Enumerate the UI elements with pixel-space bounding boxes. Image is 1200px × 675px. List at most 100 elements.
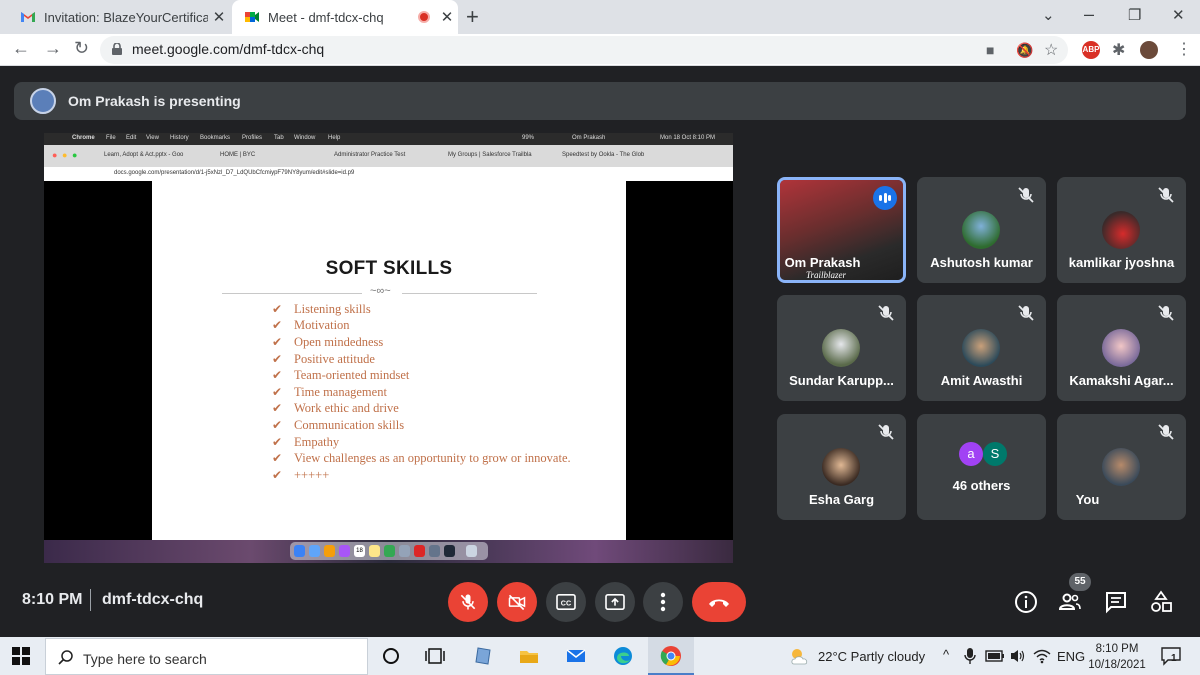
windows-taskbar: Type here to search 22°C Partly cloudy ^… [0,637,1200,675]
cortana-icon[interactable] [380,645,402,667]
volume-icon[interactable] [1010,648,1026,664]
camera-icon[interactable]: ■ [986,42,994,58]
participant-tile[interactable]: Kamakshi Agar... [1057,295,1186,401]
self-tile[interactable]: You [1057,414,1186,520]
mic-toggle-button[interactable] [448,582,488,622]
checkmark-icon: ✔ [272,301,283,316]
photos-icon [324,545,335,557]
close-tab-icon[interactable]: ✕ [208,8,230,26]
list-item: ✔ Positive attitude [272,351,375,366]
battery-icon[interactable] [985,649,1005,663]
restore-button[interactable]: ❐ [1128,6,1141,24]
microphone-tray-icon[interactable] [962,647,978,665]
new-tab-button[interactable]: + [466,4,479,30]
mac-menu-item: Tab [274,135,284,141]
language-indicator[interactable]: ENG [1057,649,1085,664]
wifi-icon[interactable] [1033,648,1051,664]
close-window-button[interactable]: ✕ [1172,6,1185,24]
others-tile[interactable]: a S 46 others [917,414,1046,520]
meeting-code: dmf-tdcx-chq [102,591,204,608]
participant-tile[interactable]: kamlikar jyoshna [1057,177,1186,283]
people-icon[interactable] [1058,590,1082,614]
inner-browser-tabs: ● ● ● Learn, Adopt & Act.pptx - Goo HOME… [44,145,733,167]
mac-menu-item: View [146,135,159,141]
captions-button[interactable]: CC [546,582,586,622]
participant-initial-avatar: S [983,442,1007,466]
minimize-button[interactable]: – [1084,4,1094,25]
inner-tab: Administrator Practice Test [334,152,406,158]
mac-menu-item: Bookmarks [200,135,231,141]
browser-tabstrip: Invitation: BlazeYourCertification ✕ Mee… [0,0,1200,34]
settings-icon [429,545,440,557]
participant-name: Om Prakash [784,255,861,270]
bookmark-star-icon[interactable]: ☆ [1044,40,1058,60]
participant-tile[interactable]: Sundar Karupp... [777,295,906,401]
present-now-button[interactable] [595,582,635,622]
weather-text[interactable]: 22°C Partly cloudy [818,649,925,664]
close-tab-icon[interactable]: ✕ [436,8,458,26]
participant-tile[interactable]: Om Prakash Trailblazer [777,177,906,283]
chrome-icon [384,545,395,557]
chrome-icon [660,646,681,666]
taskbar-search-box[interactable]: Type here to search [45,638,368,675]
adblock-icon[interactable]: ABP [1082,41,1100,59]
mac-menu-item: History [170,135,189,141]
info-icon[interactable] [1014,590,1038,614]
tab-gmail-invitation[interactable]: Invitation: BlazeYourCertification ✕ [8,0,230,34]
chrome-taskbar-button[interactable] [648,637,694,675]
mac-menu-item: File [106,135,116,141]
camera-toggle-button[interactable] [497,582,537,622]
participant-tile[interactable]: Ashutosh kumar [917,177,1046,283]
meet-window: Om Prakash is presenting Chrome File Edi… [0,66,1200,637]
safari-icon [309,545,320,557]
tab-search-icon[interactable]: ⌄ [1042,6,1055,24]
participant-tile[interactable]: Amit Awasthi [917,295,1046,401]
list-item: ✔ View challenges as an opportunity to gr… [272,451,571,466]
file-explorer-icon[interactable] [518,645,540,667]
edge-icon[interactable] [612,645,634,667]
mail-icon[interactable] [565,645,587,667]
browser-toolbar: ← → ↻ meet.google.com/dmf-tdcx-chq ■ 🔕 ☆… [0,34,1200,66]
closed-captions-icon: CC [556,593,576,611]
mic-muted-icon [878,305,894,321]
more-menu-icon[interactable]: ⋮ [1176,39,1192,59]
extensions-puzzle-icon[interactable]: ✱ [1112,40,1125,60]
profile-avatar[interactable] [1140,41,1158,59]
speaking-indicator-icon [873,186,897,210]
recording-icon [418,11,430,23]
self-avatar [1102,448,1140,486]
address-bar[interactable]: meet.google.com/dmf-tdcx-chq ■ 🔕 ☆ [100,36,1068,64]
tablet-app-icon[interactable] [472,645,494,667]
back-button[interactable]: ← [12,38,30,59]
shared-screen: Chrome File Edit View History Bookmarks … [44,133,733,563]
trash-icon [466,545,477,557]
partly-cloudy-icon [791,649,808,665]
list-item: ✔ +++++ [272,467,330,482]
gmail-icon [21,12,35,22]
acrobat-icon [414,545,425,557]
participant-avatar [822,329,860,367]
taskbar-clock[interactable]: 8:10 PM 10/18/2021 [1086,641,1148,673]
notifications-blocked-icon[interactable]: 🔕 [1016,42,1033,59]
others-count: 46 others [952,478,1011,493]
leave-call-button[interactable] [692,582,746,622]
participant-name: kamlikar jyoshna [1068,255,1175,270]
show-hidden-icons-icon[interactable]: ^ [943,647,949,662]
windows-start-icon[interactable] [12,647,30,665]
more-options-button[interactable] [643,582,683,622]
tab-meet[interactable]: Meet - dmf-tdcx-chq ✕ [232,0,458,34]
participant-name: Ashutosh kumar [930,255,1033,270]
participant-tile[interactable]: Esha Garg [777,414,906,520]
mac-clock: Mon 18 Oct 8:10 PM [660,135,716,141]
task-view-icon[interactable] [424,645,446,667]
inner-tab: HOME | BYC [220,152,256,158]
skills-list: ✔ Listening skills ✔ Motivation ✔ Open mind… [272,301,571,484]
mic-muted-icon [1158,305,1174,321]
activities-icon[interactable] [1149,590,1173,614]
forward-button[interactable]: → [44,38,62,59]
checkmark-icon: ✔ [272,318,283,333]
hang-up-icon [709,599,729,607]
chat-icon[interactable] [1104,590,1128,614]
reload-button[interactable]: ↻ [74,38,89,59]
search-placeholder: Type here to search [83,651,207,667]
